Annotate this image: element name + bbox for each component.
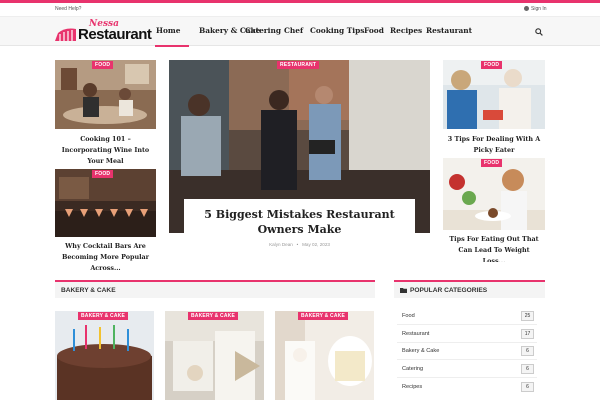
category-name: Recipes — [402, 384, 423, 390]
nav-home[interactable]: Home — [156, 26, 180, 35]
search-icon[interactable] — [535, 28, 543, 36]
logo-mark-icon — [55, 28, 76, 41]
post-date: May 02, 2023 — [302, 242, 330, 247]
nav-chef[interactable]: Chef — [284, 26, 303, 35]
category-badge[interactable]: RESTAURANT — [277, 61, 320, 69]
featured-meta: Kalyn Dean • May 02, 2023 — [269, 242, 330, 247]
category-badge[interactable]: FOOD — [481, 159, 503, 167]
nav-restaurant[interactable]: Restaurant — [426, 26, 472, 35]
post-title[interactable]: Cooking 101 – Incorporating Wine Into Yo… — [57, 134, 154, 164]
category-count: 6 — [521, 382, 534, 392]
category-row-food[interactable]: Food 25 — [397, 308, 537, 325]
category-badge[interactable]: FOOD — [92, 61, 114, 69]
nav-cooking-tips[interactable]: Cooking Tips — [310, 26, 364, 35]
category-badge[interactable]: BAKERY & CAKE — [188, 312, 238, 320]
nav-recipes[interactable]: Recipes — [390, 26, 422, 35]
category-badge[interactable]: BAKERY & CAKE — [78, 312, 128, 320]
post-card-left-bottom[interactable]: FOOD Why Cocktail Bars Are Becoming More… — [55, 169, 156, 275]
category-row-bakery-cake[interactable]: Bakery & Cake 6 — [397, 343, 537, 360]
category-count: 25 — [521, 311, 534, 321]
post-image — [443, 158, 545, 230]
top-bar: Need Help? Sign In — [0, 3, 600, 16]
category-name: Catering — [402, 366, 424, 372]
post-image — [443, 60, 545, 129]
featured-title[interactable]: 5 Biggest Mistakes Restaurant Owners Mak… — [193, 207, 406, 237]
post-card-right-bottom[interactable]: FOOD Tips For Eating Out That Can Lead T… — [443, 158, 545, 262]
post-title[interactable]: Tips For Eating Out That Can Lead To Wei… — [447, 234, 541, 262]
category-name: Bakery & Cake — [402, 348, 440, 354]
bakery-section-heading: BAKERY & CAKE — [55, 280, 375, 298]
post-image — [275, 311, 374, 400]
post-card-left-top[interactable]: FOOD Cooking 101 – Incorporating Wine In… — [55, 60, 156, 164]
bakery-card-3[interactable]: BAKERY & CAKE — [275, 311, 374, 400]
user-icon — [524, 6, 529, 11]
bakery-card-2[interactable]: BAKERY & CAKE — [165, 311, 264, 400]
logo-wordmark: Restaurant — [78, 26, 152, 43]
post-image — [55, 169, 156, 237]
post-title[interactable]: 3 Tips For Dealing With A Picky Eater — [447, 134, 541, 156]
category-count: 6 — [521, 346, 534, 356]
site-header: Nessa Restaurant Home Bakery & Cake Cate… — [0, 16, 600, 47]
category-count: 6 — [521, 364, 534, 374]
bakery-card-1[interactable]: BAKERY & CAKE — [55, 311, 154, 400]
folder-icon — [400, 288, 407, 293]
popular-categories-title: POPULAR CATEGORIES — [410, 287, 488, 294]
category-row-catering[interactable]: Catering 6 — [397, 361, 537, 378]
nav-active-indicator — [155, 45, 189, 47]
post-card-right-top[interactable]: FOOD 3 Tips For Dealing With A Picky Eat… — [443, 60, 545, 156]
category-count: 17 — [521, 329, 534, 339]
category-badge[interactable]: BAKERY & CAKE — [298, 312, 348, 320]
post-image — [55, 60, 156, 129]
post-image — [165, 311, 264, 400]
post-author[interactable]: Kalyn Dean — [269, 242, 293, 247]
category-badge[interactable]: FOOD — [92, 170, 114, 178]
sign-in-link[interactable]: Sign In — [524, 6, 547, 12]
category-row-restaurant[interactable]: Restaurant 17 — [397, 326, 537, 343]
nav-food[interactable]: Food — [364, 26, 384, 35]
post-image — [55, 311, 154, 400]
category-badge[interactable]: FOOD — [481, 61, 503, 69]
sign-in-label: Sign In — [531, 6, 547, 12]
category-name: Food — [402, 313, 415, 319]
bakery-section-title[interactable]: BAKERY & CAKE — [61, 287, 116, 294]
nav-catering[interactable]: Catering — [245, 26, 281, 35]
post-title[interactable]: Why Cocktail Bars Are Becoming More Popu… — [57, 241, 154, 274]
category-name: Restaurant — [402, 331, 430, 337]
category-row-recipes[interactable]: Recipes 6 — [397, 379, 537, 396]
help-link[interactable]: Need Help? — [55, 6, 81, 12]
popular-categories-heading: POPULAR CATEGORIES — [394, 280, 545, 298]
site-logo[interactable]: Nessa Restaurant — [55, 19, 152, 45]
